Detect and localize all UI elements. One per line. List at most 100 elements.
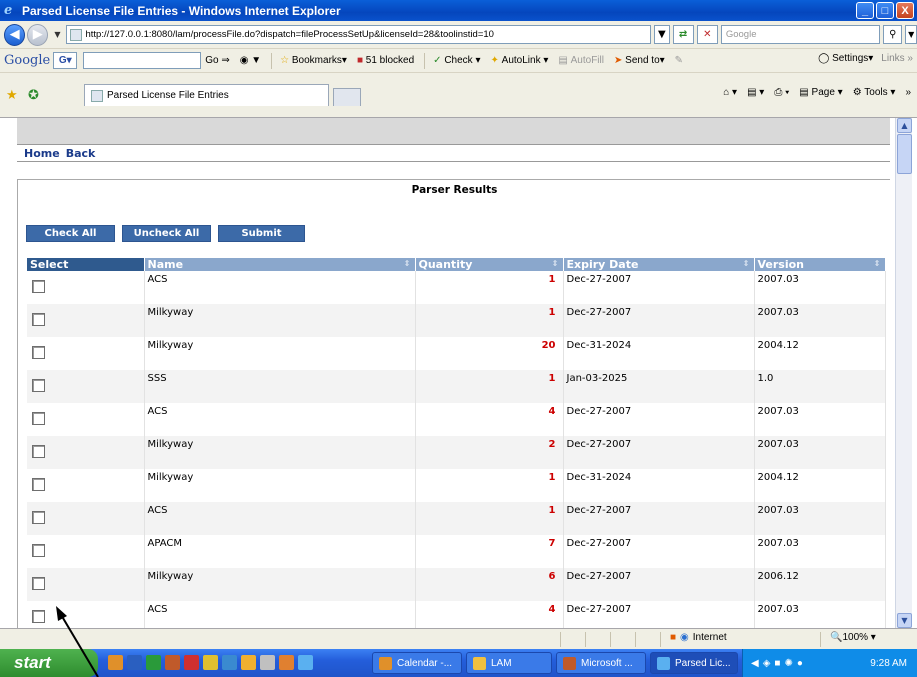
row-checkbox[interactable] [32,280,45,293]
go-label: Go [205,55,219,66]
version-cell: 2007.03 [754,304,886,337]
row-checkbox[interactable] [32,445,45,458]
header-version[interactable]: Version ⇕ [754,258,886,271]
tray-icon[interactable]: ■ [774,658,780,669]
app-icon[interactable] [184,655,199,670]
tab-favicon-icon [91,89,103,102]
status-divider [585,632,586,647]
popup-blocked-button[interactable]: ■ 51 blocked [357,55,414,66]
new-tab-button[interactable] [333,88,361,106]
check-all-button[interactable]: Check All [26,225,115,242]
row-checkbox[interactable] [32,544,45,557]
search-input[interactable]: Google [720,25,881,44]
tools-label: Tools [864,87,888,98]
maximize-button[interactable]: □ [876,2,894,19]
folder-icon[interactable] [241,655,256,670]
search-icon[interactable]: ⚲ [883,25,903,44]
scroll-down-icon[interactable]: ▼ [897,613,912,628]
header-name[interactable]: Name ⇕ [144,258,416,271]
feeds-icon[interactable]: ▤ ▾ [747,87,764,98]
url-dropdown-icon[interactable]: ▼ [654,25,670,44]
excel-icon[interactable] [146,655,161,670]
row-checkbox[interactable] [32,478,45,491]
scroll-thumb[interactable] [897,134,912,174]
settings-button[interactable]: ◯ Settings▾ [818,53,873,64]
system-tray: ◀ ◈ ■ ✺ ● 9:28 AM [742,649,917,677]
select-cell [27,469,145,502]
google-search-input[interactable] [83,52,202,69]
uncheck-all-button[interactable]: Uncheck All [122,225,211,242]
app-icon[interactable] [222,655,237,670]
ie-icon[interactable] [298,655,313,670]
tray-icon[interactable]: ● [797,658,803,669]
taskbar-item-parsed[interactable]: Parsed Lic... [650,652,738,674]
security-zone[interactable]: ■ ◉ Internet [670,632,727,643]
autofill-button[interactable]: ▤ AutoFill [558,55,604,66]
powerpoint-icon[interactable] [165,655,180,670]
stop-icon[interactable]: ✕ [696,25,718,44]
row-checkbox[interactable] [32,610,45,623]
home-icon[interactable]: ⌂ ▾ [723,87,737,98]
start-button[interactable]: start [0,649,98,677]
network-icon[interactable]: ◈ [763,658,771,669]
outlook-icon[interactable] [108,655,123,670]
back-arrow-icon[interactable]: ◀ [4,23,26,46]
history-dropdown-icon[interactable]: ▼ [54,30,60,39]
select-cell [27,502,145,535]
status-divider [635,632,636,647]
highlight-icon[interactable]: ✎ [675,55,683,66]
word-icon[interactable] [127,655,142,670]
table-row: APACM 7 Dec-27-2007 2007.03 [27,535,886,568]
taskbar-item-calendar[interactable]: Calendar -... [372,652,462,674]
home-link[interactable]: Home [24,147,60,160]
print-icon[interactable]: ⎙ ▾ [774,87,789,98]
sendto-button[interactable]: ➤ Send to ▾ [614,55,665,66]
taskbar-item-lam[interactable]: LAM [466,652,552,674]
close-button[interactable]: X [896,2,914,19]
toolbar-icons[interactable]: ◉ ▼ [240,55,261,66]
table-row: Milkyway 6 Dec-27-2007 2006.12 [27,568,886,601]
app-icon[interactable] [260,655,275,670]
page-menu[interactable]: ▤ Page ▾ [799,87,842,98]
url-input[interactable]: http://127.0.0.1:8080/lam/processFile.do… [66,25,652,44]
links-button[interactable]: Links » [881,53,913,64]
folder-icon [473,656,486,670]
tab-parsed-license[interactable]: Parsed License File Entries [84,84,329,106]
app-icon[interactable] [203,655,218,670]
tools-menu[interactable]: ⚙ Tools ▾ [853,87,896,98]
tray-icon[interactable]: ✺ [784,658,792,669]
scroll-up-icon[interactable]: ▲ [897,118,912,133]
back-link[interactable]: Back [66,147,96,160]
row-checkbox[interactable] [32,511,45,524]
star-icon: ☆ [280,55,290,66]
bookmarks-button[interactable]: ☆ Bookmarks ▾ [280,55,347,66]
add-favorites-icon[interactable]: ✪ [28,87,39,103]
autolink-button[interactable]: ✦ AutoLink ▾ [490,55,548,66]
forward-arrow-icon[interactable]: ▶ [27,23,49,46]
tray-icon[interactable]: ◀ [751,658,759,669]
ie-logo-icon: e [4,2,13,18]
header-quantity[interactable]: Quantity ⇕ [415,258,564,271]
zoom-control[interactable]: 🔍100% ▾ [830,632,876,643]
google-menu-icon[interactable]: G▾ [53,52,78,69]
vertical-scrollbar[interactable]: ▲ ▼ [895,118,912,628]
more-icon[interactable]: » [905,87,911,98]
header-expiry[interactable]: Expiry Date ⇕ [563,258,755,271]
taskbar-item-microsoft[interactable]: Microsoft ... [556,652,646,674]
row-checkbox[interactable] [32,412,45,425]
status-bar: ■ ◉ Internet 🔍100% ▾ [0,628,917,649]
app-icon[interactable] [279,655,294,670]
minimize-button[interactable]: _ [856,2,874,19]
spellcheck-button[interactable]: ✓ Check ▾ [433,55,480,66]
table-row: ACS 1 Dec-27-2007 2007.03 [27,502,886,535]
row-checkbox[interactable] [32,346,45,359]
quantity-cell: 6 [415,568,564,601]
google-go-button[interactable]: Go ⇒ [205,55,230,66]
row-checkbox[interactable] [32,379,45,392]
search-options-icon[interactable]: ▼ [905,25,917,44]
row-checkbox[interactable] [32,313,45,326]
row-checkbox[interactable] [32,577,45,590]
favorites-star-icon[interactable]: ★ [6,87,18,103]
refresh-icon[interactable]: ⇄ [672,25,694,44]
submit-button[interactable]: Submit [218,225,305,242]
